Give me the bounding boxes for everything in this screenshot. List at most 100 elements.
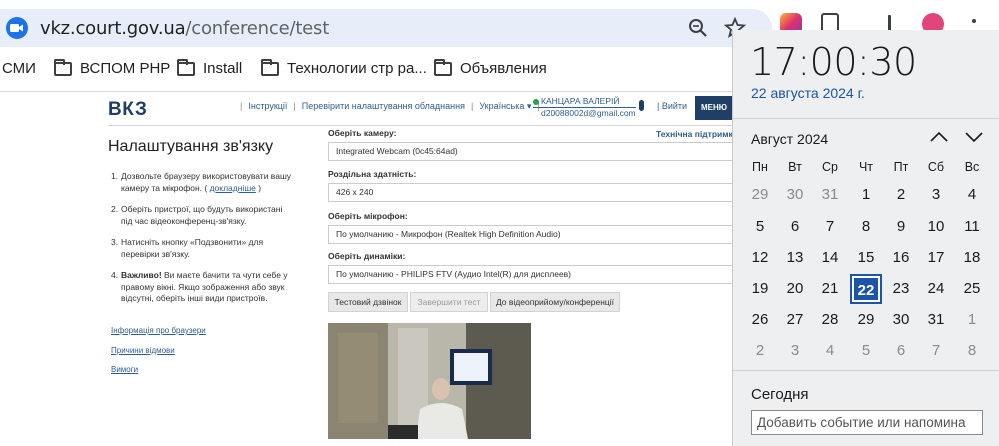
calendar-day[interactable]: 28 xyxy=(814,305,846,335)
calendar-day[interactable]: 27 xyxy=(779,305,811,335)
calendar-day[interactable]: 18 xyxy=(956,243,988,273)
calendar-day-today[interactable]: 22 xyxy=(850,274,882,304)
calendar-day[interactable]: 5 xyxy=(744,212,776,242)
calendar-day[interactable]: 8 xyxy=(956,336,988,366)
nav-instructions[interactable]: Інструкції xyxy=(248,101,287,112)
step-text: Важливо! Ви маєте бачити та чути себе у … xyxy=(121,270,296,305)
clock-time: 17:00:30 xyxy=(750,40,917,84)
requirements-link[interactable]: Вимоги xyxy=(111,365,138,374)
calendar-day[interactable]: 7 xyxy=(814,212,846,242)
user-info[interactable]: КАНЦАРА ВАЛЕРІЙ d20088002d@gmail.com xyxy=(533,96,636,119)
details-link[interactable]: докладніше xyxy=(210,183,256,193)
calendar-day[interactable]: 31 xyxy=(920,305,952,335)
step-text: Дозвольте браузеру використовувати вашу … xyxy=(121,171,296,194)
weekday-label: Ср xyxy=(822,160,838,174)
calendar-day[interactable]: 14 xyxy=(814,243,846,273)
camera-select[interactable]: Integrated Webcam (0c45:64ad) xyxy=(328,142,738,161)
calendar-day[interactable]: 16 xyxy=(885,243,917,273)
calendar-day[interactable]: 3 xyxy=(920,180,952,210)
camera-label: Оберіть камеру: xyxy=(328,128,397,138)
to-conference-button[interactable]: До відеоприйому/конференції xyxy=(490,292,620,312)
calendar-day[interactable]: 15 xyxy=(850,243,882,273)
weekday-label: Вт xyxy=(788,160,802,174)
calendar-day[interactable]: 17 xyxy=(920,243,952,273)
calendar-day[interactable]: 7 xyxy=(920,336,952,366)
step-number: 4. xyxy=(111,270,119,280)
add-event-input[interactable]: Добавить событие или напомина xyxy=(751,410,983,435)
weekday-label: Пт xyxy=(893,160,909,174)
calendar-day[interactable]: 3 xyxy=(779,336,811,366)
microphone-icon[interactable] xyxy=(639,100,644,111)
bookmark-ads[interactable]: Объявления xyxy=(434,58,547,77)
instruction-list: 1. Дозвольте браузеру використовувати ва… xyxy=(111,171,296,315)
calendar-day[interactable]: 29 xyxy=(850,305,882,335)
bookmark-smi[interactable]: СМИ xyxy=(2,60,36,77)
menu-button[interactable]: МЕНЮ xyxy=(695,96,733,120)
calendar-day[interactable]: 1 xyxy=(956,305,988,335)
calendar-day[interactable]: 6 xyxy=(779,212,811,242)
calendar-day[interactable]: 30 xyxy=(885,305,917,335)
today-label: Сегодня xyxy=(751,386,809,403)
folder-icon xyxy=(177,58,195,76)
calendar-day[interactable]: 4 xyxy=(814,336,846,366)
url-text[interactable]: vkz.court.gov.ua/conference/test xyxy=(40,18,329,39)
bookmark-tech[interactable]: Технологии стр ра... xyxy=(261,58,427,77)
chevron-up-icon[interactable] xyxy=(930,130,948,148)
address-bar[interactable]: vkz.court.gov.ua/conference/test xyxy=(0,9,772,47)
page-title: Налаштування зв'язку xyxy=(108,138,274,155)
calendar-day[interactable]: 8 xyxy=(850,212,882,242)
bookmark-install[interactable]: Install xyxy=(177,58,243,77)
calendar-day[interactable]: 29 xyxy=(744,180,776,210)
calendar-day[interactable]: 13 xyxy=(779,243,811,273)
browser-info-link[interactable]: Інформація про браузери xyxy=(111,326,206,335)
calendar-day[interactable]: 26 xyxy=(744,305,776,335)
speakers-select[interactable]: По умолчанию - PHILIPS FTV (Аудио Intel(… xyxy=(328,265,738,284)
chevron-down-icon[interactable] xyxy=(965,130,983,148)
calendar-day[interactable]: 23 xyxy=(885,274,917,304)
calendar-day[interactable]: 30 xyxy=(779,180,811,210)
logout-label: Вийти xyxy=(661,101,688,111)
user-name: КАНЦАРА ВАЛЕРІЙ xyxy=(533,96,636,108)
bookmark-label: Install xyxy=(203,60,243,77)
microphone-label: Оберіть мікрофон: xyxy=(328,211,408,221)
calendar-day[interactable]: 2 xyxy=(885,180,917,210)
speakers-label: Оберіть динаміки: xyxy=(328,251,406,261)
nav-check-equipment[interactable]: Перевірити налаштування обладнання xyxy=(302,101,465,112)
menu-dots-icon[interactable] xyxy=(972,19,976,23)
test-call-button[interactable]: Тестовий дзвінок xyxy=(328,292,408,312)
flyout-divider xyxy=(733,118,999,119)
zoom-icon[interactable] xyxy=(688,18,708,43)
top-navigation: | Інструкції | Перевірити налаштування о… xyxy=(240,101,540,112)
calendar-day[interactable]: 10 xyxy=(920,212,952,242)
list-item: 1. Дозвольте браузеру використовувати ва… xyxy=(111,171,296,194)
failure-reasons-link[interactable]: Причини відмови xyxy=(111,346,175,355)
calendar-day[interactable]: 19 xyxy=(744,274,776,304)
list-item: 3. Натисніть кнопку «Подзвонити» для пер… xyxy=(111,237,296,260)
month-label[interactable]: Август 2024 xyxy=(751,131,828,147)
logout-link[interactable]: | Вийти xyxy=(657,101,687,111)
calendar-day[interactable]: 6 xyxy=(885,336,917,366)
calendar-day[interactable]: 5 xyxy=(850,336,882,366)
calendar-day[interactable]: 31 xyxy=(814,180,846,210)
end-test-button[interactable]: Завершити тест xyxy=(410,292,488,312)
calendar-day[interactable]: 12 xyxy=(744,243,776,273)
microphone-select[interactable]: По умолчанию - Микрофон (Realtek High De… xyxy=(328,225,738,244)
bookmark-vspom-php[interactable]: ВСПОМ PHP xyxy=(54,58,170,77)
current-date-link[interactable]: 22 августа 2024 г. xyxy=(751,85,865,101)
calendar-day[interactable]: 20 xyxy=(779,274,811,304)
folder-icon xyxy=(434,58,452,76)
language-select[interactable]: Українська ▾ xyxy=(479,101,531,112)
calendar-day[interactable]: 25 xyxy=(956,274,988,304)
site-logo[interactable]: ВКЗ xyxy=(108,99,147,121)
calendar-day[interactable]: 4 xyxy=(956,180,988,210)
calendar-day[interactable]: 9 xyxy=(885,212,917,242)
calendar-day[interactable]: 24 xyxy=(920,274,952,304)
resolution-select[interactable]: 426 x 240 xyxy=(328,183,738,202)
calendar-day[interactable]: 1 xyxy=(850,180,882,210)
calendar-day[interactable]: 2 xyxy=(744,336,776,366)
tech-support-link[interactable]: Технічна підтримк xyxy=(656,129,733,139)
calendar-day[interactable]: 21 xyxy=(814,274,846,304)
calendar-day[interactable]: 11 xyxy=(956,212,988,242)
camera-preview xyxy=(328,323,531,439)
list-item: 4. Важливо! Ви маєте бачити та чути себе… xyxy=(111,270,296,305)
